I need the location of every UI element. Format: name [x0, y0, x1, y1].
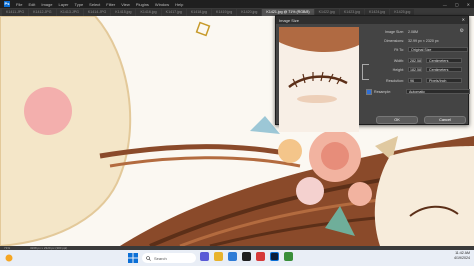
dialog-titlebar[interactable]: Image Size ✕ — [276, 16, 468, 24]
menu-image[interactable]: Image — [41, 2, 52, 7]
windows-start-icon[interactable] — [128, 253, 138, 263]
photoshop-logo[interactable]: Ps — [4, 1, 10, 7]
resolution-input[interactable]: 96 — [408, 78, 422, 83]
edge-icon[interactable] — [228, 252, 237, 261]
tab-document[interactable]: K1416.jpg — [136, 8, 161, 16]
resample-row: Resample: Automatic — [366, 88, 470, 95]
tab-document[interactable]: K1413.JPG — [56, 8, 83, 16]
resample-checkbox[interactable] — [366, 88, 372, 95]
width-input[interactable]: 282.58 — [408, 58, 422, 63]
preview-illustration — [279, 27, 359, 132]
height-input[interactable]: 182.58 — [408, 67, 422, 72]
width-label: Width: — [393, 58, 404, 63]
image-preview[interactable] — [279, 27, 359, 132]
gear-icon[interactable]: ⚙ — [460, 28, 464, 34]
search-placeholder: Search — [154, 255, 167, 261]
dialog-title: Image Size — [279, 17, 300, 23]
resolution-row: Resolution: 96 Pixels/Inch — [366, 77, 462, 84]
image-size-label: Image Size: — [385, 29, 404, 34]
height-unit-select[interactable]: Centimeters — [426, 67, 462, 72]
fit-to-row: Fit To: Original Size — [366, 46, 468, 53]
menu-plugins[interactable]: Plugins — [136, 2, 149, 7]
tab-document[interactable]: K1420.jpg — [237, 8, 262, 16]
image-size-dialog: Image Size ✕ ⚙ Image Size: 2.08M Dimensi… — [275, 15, 470, 132]
tab-document[interactable]: K1417.jpg — [161, 8, 186, 16]
resolution-label: Resolution: — [386, 78, 404, 83]
menu-edit[interactable]: Edit — [28, 2, 35, 7]
search-icon — [146, 255, 151, 261]
menu-window[interactable]: Window — [155, 2, 169, 7]
app-icon[interactable] — [284, 252, 293, 261]
menu-help[interactable]: Help — [175, 2, 183, 7]
store-icon[interactable] — [242, 252, 251, 261]
menu-view[interactable]: View — [121, 2, 130, 7]
fit-to-label: Fit To: — [394, 47, 404, 52]
clock-date: 4/19/2024 — [454, 256, 470, 260]
cancel-button[interactable]: Cancel — [424, 116, 466, 124]
tab-document[interactable]: K1414.JPG — [83, 8, 111, 16]
menu-filter[interactable]: Filter — [106, 2, 115, 7]
resample-label: Resample: — [374, 89, 392, 94]
maximize-button[interactable]: ▢ — [455, 2, 459, 7]
resample-select[interactable]: Automatic — [406, 89, 470, 94]
dimensions-label: Dimensions: — [384, 38, 404, 43]
width-unit-select[interactable]: Centimeters — [426, 58, 462, 63]
tab-document[interactable]: K1419.jpg — [212, 8, 237, 16]
height-label: Height: — [392, 67, 404, 72]
file-explorer-icon[interactable] — [214, 252, 223, 261]
dimensions-row: Dimensions: 32.99 px × 2320 px — [366, 37, 439, 44]
width-row: Width: 282.58 Centimeters — [366, 57, 462, 64]
taskbar-search[interactable]: Search — [142, 253, 196, 263]
fit-to-select[interactable]: Original Size — [408, 47, 468, 52]
tab-document[interactable]: K1411.JPG — [2, 8, 29, 16]
tab-document[interactable]: K1412.JPG — [29, 8, 56, 16]
media-icon[interactable] — [256, 252, 265, 261]
taskbar-apps — [200, 252, 293, 261]
menu-file[interactable]: File — [16, 2, 22, 7]
dialog-close-icon[interactable]: ✕ — [462, 16, 465, 24]
minimize-button[interactable]: — — [443, 2, 447, 7]
dimensions-value[interactable]: 32.99 px × 2320 px — [408, 39, 439, 43]
image-size-value: 2.08M — [408, 29, 418, 34]
menu-layer[interactable]: Layer — [58, 2, 68, 7]
weather-icon[interactable] — [4, 253, 14, 263]
resolution-unit-select[interactable]: Pixels/Inch — [426, 78, 462, 83]
menu-bar: Ps File Edit Image Layer Type Select Fil… — [0, 0, 474, 8]
photoshop-taskbar-icon[interactable] — [270, 252, 279, 261]
tab-document[interactable]: K1418.jpg — [186, 8, 212, 16]
close-button[interactable]: ✕ — [467, 2, 470, 7]
ok-button[interactable]: OK — [376, 116, 418, 124]
system-tray[interactable]: 11:42 AM 4/19/2024 — [454, 251, 470, 261]
tab-document[interactable]: K1415.jpg — [111, 8, 136, 16]
image-size-row: Image Size: 2.08M — [366, 28, 418, 35]
task-view-icon[interactable] — [200, 252, 209, 261]
menu-type[interactable]: Type — [75, 2, 84, 7]
menu-select[interactable]: Select — [89, 2, 100, 7]
height-row: Height: 182.58 Centimeters — [366, 66, 462, 73]
